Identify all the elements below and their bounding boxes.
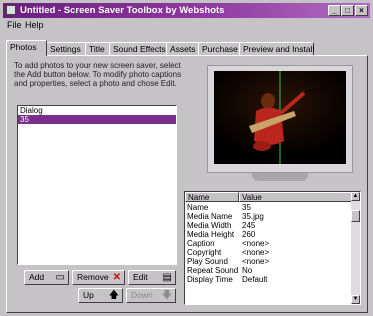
tab-photos[interactable]: Photos [6, 40, 47, 56]
arrow-up-icon: 🡅 [108, 290, 119, 301]
property-name: Media Width [187, 221, 232, 230]
edit-button-label: Edit [133, 272, 148, 282]
remove-button-label: Remove [77, 272, 109, 282]
property-value: <none> [242, 248, 270, 257]
tab-title[interactable]: Title [85, 42, 110, 55]
scroll-up-arrow-icon[interactable]: ▲ [351, 192, 360, 201]
property-value: 245 [242, 221, 256, 230]
photo-list[interactable]: Dialog 35 [17, 105, 177, 265]
down-button-label: Down [131, 290, 153, 300]
up-button[interactable]: Up 🡅 [78, 288, 123, 303]
property-value: 35.jpg [242, 212, 264, 221]
app-icon[interactable] [6, 5, 16, 15]
property-name: Repeat Sound [187, 266, 239, 275]
title-bar[interactable]: Untitled - Screen Saver Toolbox by Websh… [3, 3, 370, 18]
table-row[interactable]: Caption <none> [185, 239, 353, 248]
table-row[interactable]: Media Height 260 [185, 230, 353, 239]
col-header-value[interactable]: Value [239, 192, 353, 202]
up-button-label: Up [83, 290, 94, 300]
vertical-scrollbar[interactable]: ▲ ▼ [351, 192, 360, 304]
table-row[interactable]: Copyright <none> [185, 248, 353, 257]
add-button[interactable]: Add ▭ [24, 270, 69, 285]
tab-settings[interactable]: Settings [46, 42, 86, 55]
col-header-name[interactable]: Name [185, 192, 239, 202]
property-name: Play Sound [187, 257, 228, 266]
edit-button[interactable]: Edit ▤ [128, 270, 176, 285]
menu-file[interactable]: File [7, 20, 22, 30]
maximize-button[interactable]: □ [341, 5, 354, 16]
property-value: <none> [242, 257, 270, 266]
table-row[interactable]: Name 35 [185, 203, 353, 212]
remove-x-icon: ✕ [112, 272, 121, 283]
tab-preview-install[interactable]: Preview and Install [239, 42, 314, 55]
property-name: Media Height [187, 230, 235, 239]
scroll-down-arrow-icon[interactable]: ▼ [351, 295, 360, 304]
down-button[interactable]: Down 🡇 [126, 288, 176, 303]
minimize-button[interactable]: _ [328, 5, 341, 16]
tab-purchase[interactable]: Purchase [198, 42, 240, 55]
menu-help[interactable]: Help [25, 20, 44, 30]
list-item-selected[interactable]: 35 [18, 115, 176, 124]
app-window: Untitled - Screen Saver Toolbox by Websh… [0, 0, 373, 316]
monitor-stand [252, 173, 308, 181]
property-name: Caption [187, 239, 215, 248]
add-photo-icon: ▭ [55, 272, 65, 283]
menu-bar: File Help [3, 19, 370, 32]
property-name: Media Name [187, 212, 233, 221]
properties-grid[interactable]: Name Value Name 35 Media Name 35.jpg Media… [184, 191, 361, 305]
tab-strip: Photos Settings Title Sound Effects Asse… [6, 40, 368, 56]
photo-preview [214, 71, 346, 164]
add-button-label: Add [29, 272, 45, 282]
property-name: Name [187, 203, 209, 212]
property-name: Copyright [187, 248, 222, 257]
table-row[interactable]: Display Time Default [185, 275, 353, 284]
property-value: Default [242, 275, 268, 284]
edit-icon: ▤ [162, 272, 172, 283]
close-button[interactable]: × [355, 5, 368, 16]
table-row[interactable]: Media Name 35.jpg [185, 212, 353, 221]
scroll-thumb[interactable] [351, 210, 360, 222]
table-row[interactable]: Media Width 245 [185, 221, 353, 230]
instructions-text: To add photos to your new screen saver, … [14, 61, 182, 88]
arrow-down-icon: 🡇 [161, 290, 172, 301]
tab-assets[interactable]: Assets [166, 42, 199, 55]
tab-sound-effects[interactable]: Sound Effects [109, 42, 167, 55]
property-name: Display Time [187, 275, 233, 284]
list-item[interactable]: Dialog [18, 106, 176, 115]
photo-preview-image [214, 71, 346, 164]
property-value: <none> [242, 239, 270, 248]
window-title: Untitled - Screen Saver Toolbox by Websh… [20, 5, 225, 16]
property-value: 35 [242, 203, 251, 212]
property-value: No [242, 266, 253, 275]
remove-button[interactable]: Remove ✕ [72, 270, 125, 285]
table-row[interactable]: Play Sound <none> [185, 257, 353, 266]
table-row[interactable]: Repeat Sound No [185, 266, 353, 275]
property-value: 260 [242, 230, 256, 239]
